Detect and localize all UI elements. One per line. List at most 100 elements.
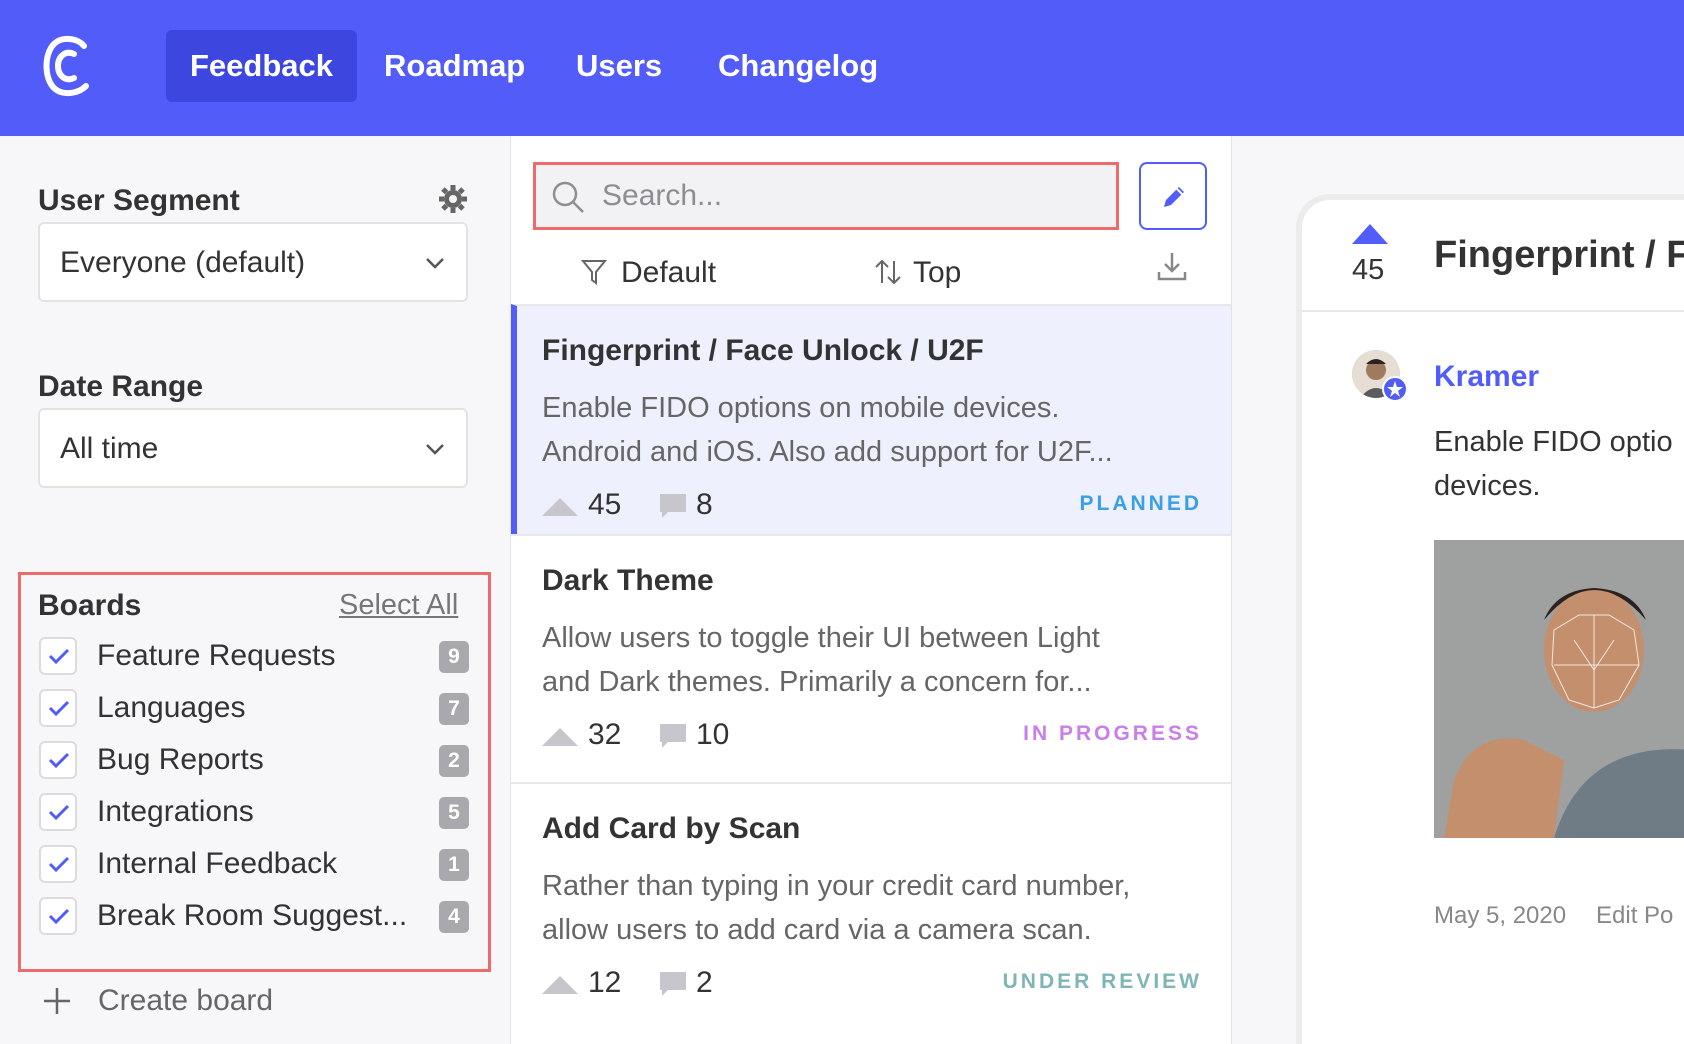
upvote-icon[interactable] [542, 498, 578, 516]
detail-title: Fingerprint / F [1434, 234, 1684, 276]
download-icon[interactable] [1155, 250, 1189, 284]
detail-body: Enable FIDO optio devices. [1434, 420, 1684, 508]
board-label: Feature Requests [97, 639, 336, 672]
post-meta: 32 10 IN PROGRESS [542, 718, 1202, 758]
board-item[interactable]: Bug Reports 2 [39, 735, 469, 785]
search-input[interactable] [602, 173, 1102, 219]
board-item[interactable]: Internal Feedback 1 [39, 839, 469, 889]
divider [1302, 310, 1684, 312]
nav-roadmap[interactable]: Roadmap [360, 30, 549, 102]
post-description-line: and Dark themes. Primarily a concern for… [542, 666, 1092, 698]
board-label: Languages [97, 691, 246, 724]
board-label: Integrations [97, 795, 254, 828]
filter-label: Default [621, 256, 717, 289]
post-description-line: Rather than typing in your credit card n… [542, 870, 1131, 902]
filter-icon [581, 260, 607, 285]
star-badge-icon [1382, 376, 1408, 402]
status-badge: UNDER REVIEW [1002, 970, 1202, 993]
comment-count: 2 [696, 966, 713, 999]
boards-section: Boards Select All Feature Requests 9 Lan… [18, 572, 491, 972]
check-icon [48, 648, 70, 665]
search-box[interactable] [533, 162, 1119, 230]
board-count-badge: 1 [439, 849, 469, 881]
post-description-line: allow users to add card via a camera sca… [542, 914, 1092, 946]
board-item[interactable]: Break Room Suggest... 4 [39, 891, 469, 941]
post-description-line: Enable FIDO options on mobile devices. [542, 392, 1060, 424]
boards-title: Boards [38, 589, 142, 622]
attachment-image[interactable] [1434, 540, 1684, 838]
checkbox[interactable] [39, 637, 77, 675]
upvote-icon[interactable] [542, 976, 578, 994]
post-date: May 5, 2020 [1434, 902, 1567, 929]
plus-icon [44, 988, 70, 1014]
post-item[interactable]: Dark Theme Allow users to toggle their U… [511, 534, 1231, 782]
user-segment-select[interactable]: Everyone (default) [38, 222, 468, 302]
check-icon [48, 752, 70, 769]
app-logo-icon[interactable] [40, 32, 94, 100]
board-count-badge: 2 [439, 745, 469, 777]
board-count-badge: 5 [439, 797, 469, 829]
chevron-down-icon [426, 258, 444, 269]
pencil-icon [1164, 187, 1184, 207]
board-count-badge: 7 [439, 693, 469, 725]
checkbox[interactable] [39, 689, 77, 727]
author-name[interactable]: Kramer [1434, 360, 1539, 394]
board-item[interactable]: Integrations 5 [39, 787, 469, 837]
post-title: Dark Theme [542, 564, 714, 597]
post-description-line: Android and iOS. Also add support for U2… [542, 436, 1113, 468]
nav-feedback[interactable]: Feedback [166, 30, 358, 102]
comment-count: 8 [696, 488, 713, 521]
board-label: Break Room Suggest... [97, 899, 408, 932]
vote-count: 12 [588, 966, 622, 999]
post-description: Rather than typing in your credit card n… [542, 864, 1202, 952]
vote-count: 32 [588, 718, 622, 751]
upvote-icon[interactable] [542, 728, 578, 746]
edit-post-link[interactable]: Edit Po [1596, 902, 1673, 930]
checkbox[interactable] [39, 793, 77, 831]
select-all-link[interactable]: Select All [339, 589, 458, 622]
check-icon [48, 908, 70, 925]
sort-icon [875, 259, 901, 285]
checkbox[interactable] [39, 741, 77, 779]
post-description-line: Allow users to toggle their UI between L… [542, 622, 1100, 654]
create-post-button[interactable] [1139, 162, 1207, 230]
checkbox[interactable] [39, 845, 77, 883]
post-description: Enable FIDO options on mobile devices. A… [542, 386, 1202, 474]
create-board-label: Create board [98, 984, 274, 1017]
board-item[interactable]: Languages 7 [39, 683, 469, 733]
nav-users[interactable]: Users [552, 30, 686, 102]
detail-vote-count: 45 [1352, 254, 1385, 286]
board-count-badge: 4 [439, 901, 469, 933]
checkbox[interactable] [39, 897, 77, 935]
upvote-icon[interactable] [1352, 224, 1388, 244]
comment-icon [660, 724, 686, 748]
board-label: Bug Reports [97, 743, 264, 776]
user-segment-value: Everyone (default) [60, 246, 306, 279]
check-icon [48, 804, 70, 821]
date-range-title: Date Range [38, 370, 204, 403]
board-count-badge: 9 [439, 641, 469, 673]
date-range-value: All time [60, 432, 159, 465]
chevron-down-icon [426, 444, 444, 455]
nav-changelog[interactable]: Changelog [694, 30, 902, 102]
post-title: Add Card by Scan [542, 812, 801, 845]
post-item[interactable]: Fingerprint / Face Unlock / U2F Enable F… [511, 304, 1231, 552]
comment-icon [660, 494, 686, 518]
comment-count: 10 [696, 718, 730, 751]
post-meta: 45 8 PLANNED [542, 488, 1202, 528]
user-segment-title: User Segment [38, 184, 240, 217]
date-range-select[interactable]: All time [38, 408, 468, 488]
filters-sidebar: User Segment Everyone (default) Date Ran… [0, 136, 510, 1044]
board-item[interactable]: Feature Requests 9 [39, 631, 469, 681]
top-nav: Feedback Roadmap Users Changelog [0, 0, 1684, 136]
gear-icon[interactable] [438, 184, 468, 214]
board-label: Internal Feedback [97, 847, 338, 880]
status-badge: PLANNED [1079, 492, 1202, 515]
sort-label: Top [913, 256, 962, 289]
post-detail-panel: 45 Fingerprint / F Kramer Enable FIDO op… [1296, 194, 1684, 1044]
check-icon [48, 700, 70, 717]
status-badge: IN PROGRESS [1023, 722, 1202, 745]
post-title: Fingerprint / Face Unlock / U2F [542, 334, 984, 367]
post-item[interactable]: Add Card by Scan Rather than typing in y… [511, 782, 1231, 1030]
check-icon [48, 856, 70, 873]
